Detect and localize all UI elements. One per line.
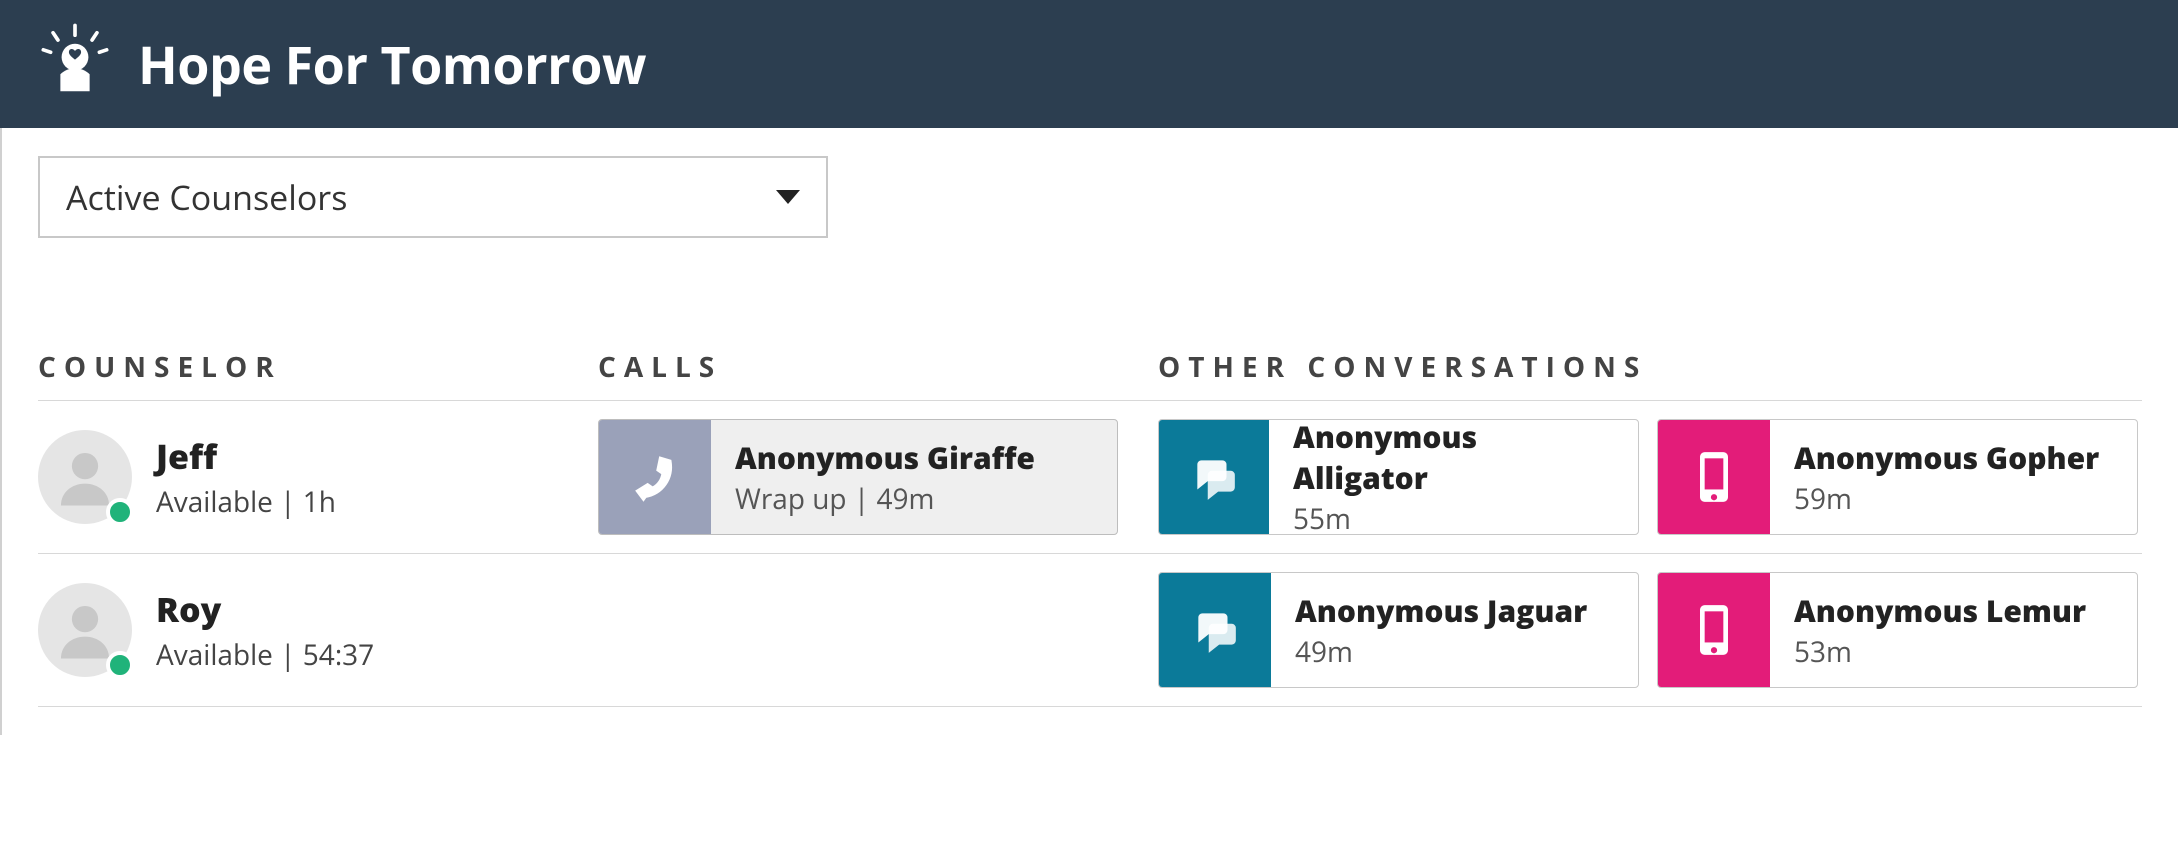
mobile-icon [1658,573,1770,687]
main-content: Active Counselors Counselor Calls Other … [0,128,2178,735]
conversation-card[interactable]: Anonymous Lemur 53m [1657,572,2138,688]
counselor-name: Roy [156,586,374,632]
counselor-status: Available | 1h [156,483,336,521]
conversation-title: Anonymous Gopher [1794,437,2099,478]
phone-icon [599,420,711,534]
chevron-down-icon [776,190,800,204]
column-header-other: Other Conversations [1158,348,2142,386]
conversation-title: Anonymous Alligator [1293,419,1614,498]
conversation-duration: 59m [1794,480,2099,518]
conversation-card[interactable]: Anonymous Jaguar 49m [1158,572,1639,688]
counselor-cell[interactable]: Jeff Available | 1h [38,430,598,524]
chat-icon [1159,420,1269,534]
table-row: Roy Available | 54:37 Anonymous Jaguar 4… [38,553,2142,707]
conversation-duration: 53m [1794,633,2086,671]
filter-dropdown[interactable]: Active Counselors [38,156,828,238]
call-subtitle: Wrap up | 49m [735,480,1035,518]
call-title: Anonymous Giraffe [735,437,1035,478]
column-header-counselor: Counselor [38,348,598,386]
other-conversations-cell: Anonymous Jaguar 49m Anonymous Lemur 53m [1158,572,2142,688]
conversation-duration: 49m [1295,633,1587,671]
app-logo: Hope For Tomorrow [36,23,646,106]
table-row: Jeff Available | 1h Anonymous Giraffe Wr… [38,400,2142,553]
mobile-icon [1658,420,1770,534]
filter-selected-label: Active Counselors [66,174,347,220]
call-card[interactable]: Anonymous Giraffe Wrap up | 49m [598,419,1118,535]
counselor-name: Jeff [156,433,336,479]
table-header: Counselor Calls Other Conversations [38,348,2142,400]
counselor-status: Available | 54:37 [156,636,374,674]
app-header: Hope For Tomorrow [0,0,2178,128]
counselor-cell[interactable]: Roy Available | 54:37 [38,583,598,677]
conversation-title: Anonymous Jaguar [1295,590,1587,631]
conversation-duration: 55m [1293,500,1614,535]
avatar [38,430,132,524]
calls-cell: Anonymous Giraffe Wrap up | 49m [598,419,1158,535]
logo-icon [36,23,114,106]
presence-available-icon [106,498,134,526]
app-title: Hope For Tomorrow [138,29,646,100]
avatar [38,583,132,677]
column-header-calls: Calls [598,348,1158,386]
conversation-card[interactable]: Anonymous Alligator 55m [1158,419,1639,535]
other-conversations-cell: Anonymous Alligator 55m Anonymous Gopher… [1158,419,2142,535]
presence-available-icon [106,651,134,679]
conversation-card[interactable]: Anonymous Gopher 59m [1657,419,2138,535]
conversation-title: Anonymous Lemur [1794,590,2086,631]
chat-icon [1159,573,1271,687]
